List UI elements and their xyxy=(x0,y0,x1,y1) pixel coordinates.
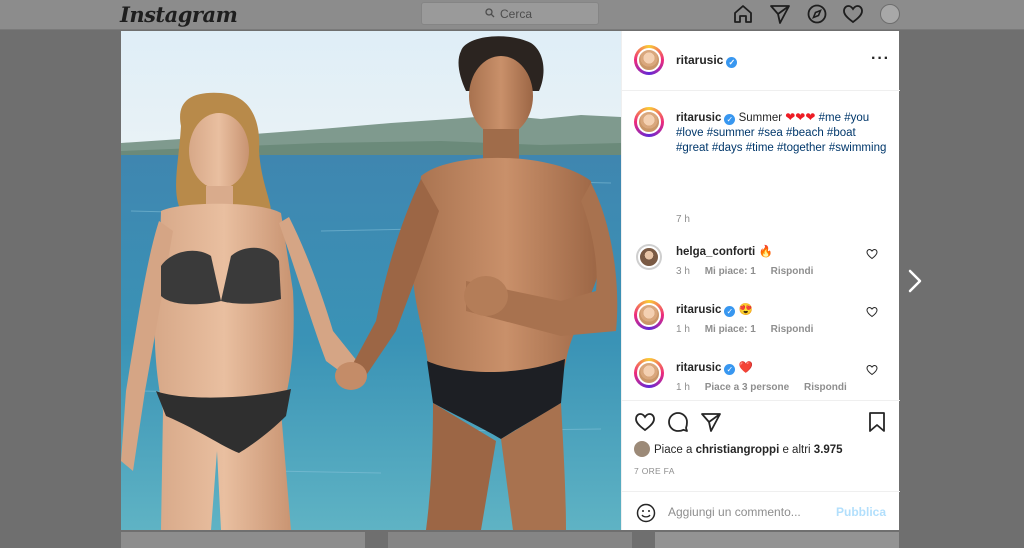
hashtag[interactable]: #you xyxy=(844,112,869,124)
hashtag[interactable]: #sea xyxy=(758,127,783,139)
commenter-avatar[interactable] xyxy=(634,300,664,330)
caption-author-avatar[interactable] xyxy=(634,107,664,137)
search-box[interactable]: Cerca xyxy=(421,2,599,25)
post-modal: ritarusic ✓ ··· ritarusic ✓ Summer ❤❤❤ #me… xyxy=(121,31,900,530)
comment-time[interactable]: 1 h xyxy=(676,382,690,393)
post-header: ritarusic ✓ ··· xyxy=(622,31,900,91)
feed-tile xyxy=(121,532,365,548)
comment-like-heart-icon[interactable] xyxy=(866,306,878,318)
comment-body: 🔥 xyxy=(758,246,773,258)
verified-badge-icon: ✓ xyxy=(724,306,736,317)
activity-heart-icon[interactable] xyxy=(842,3,864,25)
like-heart-icon[interactable] xyxy=(634,411,656,433)
comments-list[interactable]: ritarusic ✓ Summer ❤❤❤ #me #you #love #su… xyxy=(622,92,900,400)
verified-badge-icon: ✓ xyxy=(726,57,738,68)
caption-text: Summer xyxy=(738,112,783,124)
comment-meta: 3 h Mi piace: 1 Rispondi xyxy=(676,266,825,277)
comment-likes[interactable]: Piace a 3 persone xyxy=(705,382,790,393)
instagram-logo[interactable]: Instagram xyxy=(120,2,238,27)
comment-text: helga_conforti 🔥 xyxy=(676,244,773,258)
verified-badge-icon: ✓ xyxy=(724,364,736,375)
comment-body: ❤️ xyxy=(738,362,753,374)
comment-meta: 1 h Mi piace: 1 Rispondi xyxy=(676,324,825,335)
hashtag[interactable]: #days xyxy=(712,142,743,154)
comment-row: ritarusic ✓ 😍 1 h Mi piace: 1 Rispondi xyxy=(622,300,900,352)
post-photo[interactable] xyxy=(121,31,621,530)
add-comment-form: Pubblica xyxy=(622,491,900,531)
comment-likes[interactable]: Mi piace: 1 xyxy=(705,324,756,335)
caption-username[interactable]: ritarusic xyxy=(676,112,721,124)
comment-body: 😍 xyxy=(738,304,753,316)
commenter-avatar[interactable] xyxy=(634,358,664,388)
comment-row: ritarusic ✓ ❤️ 1 h Piace a 3 persone Risp… xyxy=(622,358,900,400)
hashtag[interactable]: #love xyxy=(676,127,704,139)
hashtag[interactable]: #great xyxy=(676,142,709,154)
hashtag[interactable]: #beach xyxy=(786,127,824,139)
publish-button[interactable]: Pubblica xyxy=(836,505,886,519)
more-options-icon[interactable]: ··· xyxy=(871,50,890,68)
comment-meta: 1 h Piace a 3 persone Rispondi xyxy=(676,382,859,393)
hashtag[interactable]: #time xyxy=(746,142,774,154)
beach-photo-image xyxy=(121,31,621,530)
emoji-smiley-icon[interactable] xyxy=(636,503,656,523)
save-bookmark-icon[interactable] xyxy=(866,411,888,433)
comment-username[interactable]: helga_conforti xyxy=(676,246,755,258)
search-icon xyxy=(485,8,495,18)
reply-button[interactable]: Rispondi xyxy=(771,324,814,335)
hashtag[interactable]: #swimming xyxy=(829,142,887,154)
reply-button[interactable]: Rispondi xyxy=(771,266,814,277)
likes-summary[interactable]: Piace a christiangroppi e altri 3.975 xyxy=(634,441,843,457)
commenter-avatar[interactable] xyxy=(636,244,662,270)
share-direct-icon[interactable] xyxy=(700,411,722,433)
feed-tile xyxy=(655,532,899,548)
verified-badge-icon: ✓ xyxy=(724,114,736,125)
comment-time[interactable]: 3 h xyxy=(676,266,690,277)
post-caption: ritarusic ✓ Summer ❤❤❤ #me #you #love #su… xyxy=(676,110,891,156)
comment-input[interactable] xyxy=(668,503,828,521)
hashtag[interactable]: #boat xyxy=(827,127,856,139)
author-username[interactable]: ritarusic ✓ xyxy=(676,53,738,68)
feed-tile xyxy=(388,532,632,548)
post-side-panel: ritarusic ✓ ··· ritarusic ✓ Summer ❤❤❤ #me… xyxy=(621,31,900,530)
liker-avatar xyxy=(634,441,650,457)
hashtag[interactable]: #together xyxy=(777,142,826,154)
hashtag[interactable]: #summer xyxy=(707,127,755,139)
direct-icon[interactable] xyxy=(769,3,791,25)
profile-avatar[interactable] xyxy=(880,4,900,24)
comment-like-heart-icon[interactable] xyxy=(866,364,878,376)
comment-like-heart-icon[interactable] xyxy=(866,248,878,260)
comment-username[interactable]: ritarusic xyxy=(676,304,721,316)
likes-prefix: Piace a xyxy=(654,444,693,456)
explore-icon[interactable] xyxy=(806,3,828,25)
comment-text: ritarusic ✓ ❤️ xyxy=(676,360,753,375)
comment-bubble-icon[interactable] xyxy=(667,411,689,433)
comment-text: ritarusic ✓ 😍 xyxy=(676,302,753,317)
red-heart-emoji: ❤❤❤ xyxy=(785,110,816,124)
top-navigation-bar: Instagram Cerca xyxy=(0,0,1024,30)
liker-username[interactable]: christiangroppi xyxy=(696,444,780,456)
caption-time[interactable]: 7 h xyxy=(676,214,690,225)
next-post-chevron-right-icon[interactable] xyxy=(906,268,924,294)
comment-likes[interactable]: Mi piace: 1 xyxy=(705,266,756,277)
post-timestamp[interactable]: 7 ORE FA xyxy=(634,466,675,476)
hashtag[interactable]: #me xyxy=(819,112,841,124)
post-actions-section: Piace a christiangroppi e altri 3.975 7 … xyxy=(622,400,900,530)
likes-count[interactable]: 3.975 xyxy=(814,444,843,456)
search-placeholder: Cerca xyxy=(500,7,533,21)
author-avatar[interactable] xyxy=(634,45,664,75)
comment-time[interactable]: 1 h xyxy=(676,324,690,335)
comment-row: helga_conforti 🔥 3 h Mi piace: 1 Rispond… xyxy=(622,242,900,294)
author-name[interactable]: ritarusic xyxy=(676,53,723,67)
comment-username[interactable]: ritarusic xyxy=(676,362,721,374)
reply-button[interactable]: Rispondi xyxy=(804,382,847,393)
home-icon[interactable] xyxy=(732,3,754,25)
likes-suffix: e altri xyxy=(782,444,811,456)
